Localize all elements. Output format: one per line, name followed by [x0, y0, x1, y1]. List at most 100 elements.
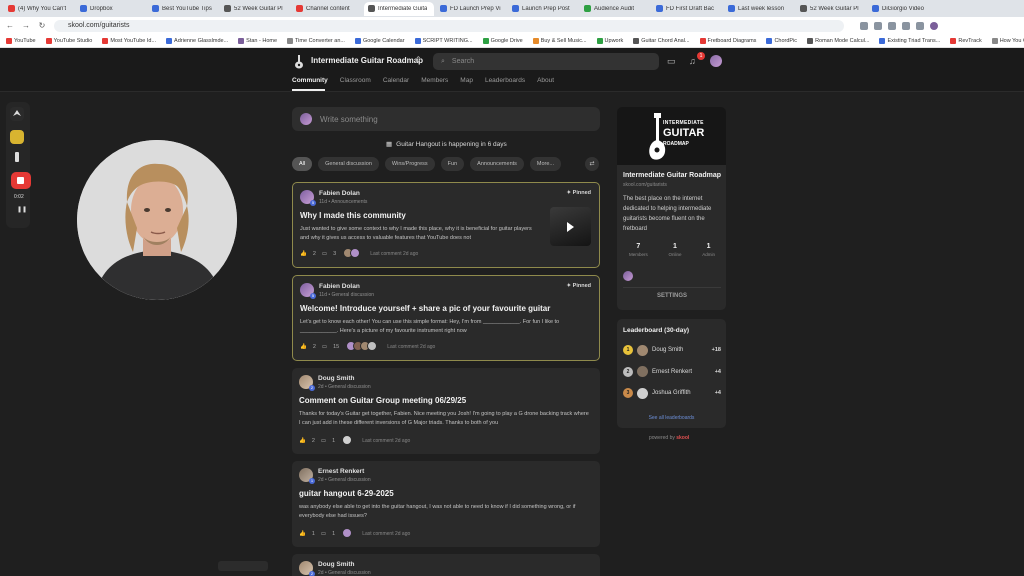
admin-avatar[interactable]: [623, 271, 633, 281]
user-avatar[interactable]: [710, 55, 722, 67]
post-author[interactable]: Doug Smith: [318, 561, 354, 568]
filter-chip[interactable]: General discussion: [318, 157, 379, 171]
like-icon[interactable]: 👍: [299, 531, 306, 537]
member-avatar[interactable]: [637, 344, 648, 356]
stat-online[interactable]: 1 Online: [668, 243, 681, 257]
browser-tab[interactable]: FD Launch Prep Vi: [436, 2, 506, 16]
post-title[interactable]: Comment on Guitar Group meeting 06/29/25: [299, 396, 466, 405]
post-card[interactable]: 5 Fabien Dolan 11d • Announcements ✦ Pin…: [292, 182, 600, 268]
nav-tab-about[interactable]: About: [537, 77, 554, 84]
post-title[interactable]: guitar hangout 6-29-2025: [299, 489, 394, 498]
filter-chip[interactable]: Announcements: [470, 157, 524, 171]
nav-tab-members[interactable]: Members: [421, 77, 448, 84]
bookmark-item[interactable]: How You Got Goo...: [991, 37, 1024, 44]
bookmark-item[interactable]: Existing Triad Trans...: [879, 37, 940, 44]
browser-tab[interactable]: FD First Draft Bac: [652, 2, 722, 16]
member-name[interactable]: Joshua Griffith: [652, 390, 711, 396]
member-name[interactable]: Doug Smith: [652, 347, 708, 353]
comment-icon[interactable]: ▭: [322, 251, 327, 257]
post-card[interactable]: 2 Doug Smith 2d • General discussion: [292, 554, 600, 576]
floating-control[interactable]: [218, 561, 268, 571]
browser-tab[interactable]: Launch Prep Post: [508, 2, 578, 16]
profile-icon[interactable]: [930, 21, 938, 30]
browser-tab[interactable]: Best YouTube Tips: [148, 2, 218, 16]
browser-tab[interactable]: Channel content: [292, 2, 362, 16]
post-author[interactable]: Doug Smith: [318, 375, 354, 382]
bookmark-item[interactable]: Google Drive: [482, 37, 523, 44]
nav-tab-calendar[interactable]: Calendar: [383, 77, 409, 84]
bookmark-item[interactable]: SCRIPT WRITING...: [414, 37, 473, 44]
nav-tab-classroom[interactable]: Classroom: [340, 77, 371, 84]
bookmark-item[interactable]: Upwork: [596, 37, 623, 44]
member-name[interactable]: Ernest Renkert: [652, 369, 711, 375]
filter-chip[interactable]: All: [292, 157, 313, 171]
bookmark-item[interactable]: YouTube: [6, 37, 36, 44]
member-avatar[interactable]: [637, 387, 648, 399]
extension-icon[interactable]: [874, 21, 882, 30]
bookmark-item[interactable]: RevTrack: [950, 37, 982, 44]
post-author[interactable]: Fabien Dolan: [319, 283, 360, 290]
post-author[interactable]: Fabien Dolan: [319, 190, 360, 197]
reload-icon[interactable]: ↻: [38, 21, 46, 30]
bookmark-item[interactable]: ChordPic: [766, 37, 797, 44]
post-author[interactable]: Ernest Renkert: [318, 468, 364, 475]
extension-icon[interactable]: [888, 21, 896, 30]
pause-icon[interactable]: ❚❚: [17, 206, 27, 213]
stop-recording-button[interactable]: [11, 172, 31, 189]
forward-icon[interactable]: →: [22, 21, 30, 30]
back-icon[interactable]: ←: [6, 21, 14, 30]
nav-tab-community[interactable]: Community: [292, 77, 328, 84]
see-all-leaderboards-link[interactable]: See all leaderboards: [617, 415, 726, 421]
guitar-logo-icon[interactable]: [294, 55, 304, 69]
filter-chip[interactable]: Wins/Progress: [384, 157, 435, 171]
group-name[interactable]: Intermediate Guitar Roadmap: [311, 56, 423, 65]
comment-icon[interactable]: ▭: [321, 438, 326, 444]
stat-admins[interactable]: 1 Admin: [702, 243, 715, 257]
like-icon[interactable]: 👍: [300, 251, 307, 257]
browser-tab[interactable]: Intermediate Guita: [364, 1, 434, 16]
post-composer[interactable]: Write something: [292, 107, 600, 131]
leaderboard-row[interactable]: 2 Ernest Renkert +4: [623, 365, 721, 379]
chat-icon[interactable]: ▭: [667, 56, 676, 67]
stat-members[interactable]: 7 Members: [629, 243, 648, 257]
filter-chip[interactable]: More...: [529, 157, 562, 171]
bookmark-item[interactable]: Time Converter an...: [287, 37, 345, 44]
post-card[interactable]: 1 Ernest Renkert 2d • General discussion…: [292, 461, 600, 547]
extension-icon[interactable]: [916, 21, 924, 30]
browser-tab[interactable]: 52 Week Guitar Pl: [220, 2, 290, 16]
extension-icon[interactable]: [860, 21, 868, 30]
webcam-bubble[interactable]: [77, 140, 237, 300]
leaderboard-row[interactable]: 1 Doug Smith +18: [623, 343, 721, 357]
filter-settings-icon[interactable]: ⇄: [585, 157, 599, 171]
group-url[interactable]: skool.com/guitarists: [623, 182, 667, 188]
browser-tab[interactable]: Last week lesson: [724, 2, 794, 16]
bookmark-item[interactable]: Adrienne Glasslmde...: [166, 37, 228, 44]
like-icon[interactable]: 👍: [299, 438, 306, 444]
browser-tab[interactable]: Dropbox: [76, 2, 146, 16]
filter-chip[interactable]: Fun: [440, 157, 465, 171]
post-card[interactable]: 5 Fabien Dolan 11d • General discussion …: [292, 275, 600, 361]
nav-tab-leaderboards[interactable]: Leaderboards: [485, 77, 525, 84]
powered-by[interactable]: powered by skool: [649, 435, 689, 441]
event-banner[interactable]: ▦ Guitar Hangout is happening in 6 days: [386, 140, 507, 149]
bookmark-item[interactable]: Guitar Chord Anal...: [633, 37, 690, 44]
member-avatar[interactable]: [637, 366, 648, 377]
leaderboard-row[interactable]: 3 Joshua Griffith +4: [623, 386, 721, 400]
camera-preview-icon[interactable]: [10, 130, 24, 144]
bookmark-item[interactable]: Google Calendar: [354, 37, 405, 44]
bookmark-item[interactable]: Fretboard Diagrams: [699, 37, 756, 44]
post-title[interactable]: Welcome! Introduce yourself + share a pi…: [300, 304, 550, 313]
comment-icon[interactable]: ▭: [321, 531, 326, 537]
settings-button[interactable]: SETTINGS: [623, 287, 721, 304]
comment-icon[interactable]: ▭: [322, 344, 327, 350]
post-card[interactable]: 2 Doug Smith 2d • General discussion Com…: [292, 368, 600, 454]
bookmark-item[interactable]: Stan - Home: [238, 37, 277, 44]
browser-tab[interactable]: (4) Why You Can't: [4, 2, 74, 16]
recorder-logo-icon[interactable]: [10, 107, 24, 121]
nav-tab-map[interactable]: Map: [460, 77, 473, 84]
browser-tab[interactable]: 52 Week Guitar Pl: [796, 2, 866, 16]
browser-tab[interactable]: DiGiorgio Video: [868, 2, 938, 16]
search-input[interactable]: ⌕ Search: [433, 53, 659, 70]
video-thumbnail[interactable]: [550, 207, 591, 246]
url-input[interactable]: skool.com/guitarists: [54, 19, 844, 32]
